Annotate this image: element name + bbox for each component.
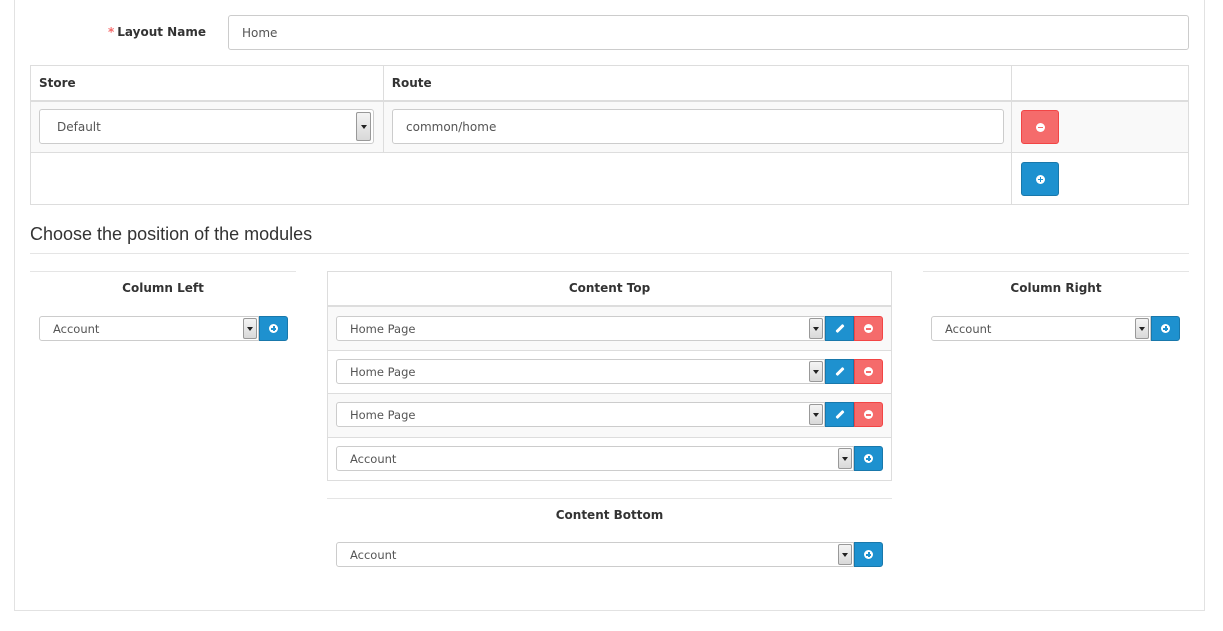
minus-circle-icon [864,324,873,333]
column-right-module-select[interactable]: Account [931,316,1151,341]
column-left-module-select[interactable]: Account [39,316,259,341]
layout-name-label: * Layout Name [108,25,206,39]
plus-circle-icon [1035,174,1045,184]
pencil-icon [834,323,845,334]
pencil-icon [834,409,845,420]
content-top-add-select-value: Account [350,451,397,466]
column-right-add-button[interactable] [1151,316,1180,341]
plus-circle-icon [1161,324,1170,333]
plus-circle-icon [864,550,873,559]
content-bottom-select-value: Account [350,547,397,562]
caret-down-icon [356,112,371,141]
remove-module-button-2[interactable] [854,359,883,384]
add-row [29,152,1189,205]
layout-name-input[interactable]: Home [228,15,1189,50]
minus-circle-icon [864,367,873,376]
store-select[interactable]: Default [39,109,374,144]
content-bottom-add-button[interactable] [854,542,883,567]
caret-down-icon [838,448,852,469]
content-bottom-title: Content Bottom [555,508,664,522]
column-left-select-value: Account [53,321,100,336]
plus-circle-icon [269,324,278,333]
module-select-value: Home Page [350,407,416,422]
module-select-value: Home Page [350,321,416,336]
minus-circle-icon [864,410,873,419]
content-top-module-select-2[interactable]: Home Page [336,359,825,384]
layout-name-value: Home [242,25,278,40]
remove-module-button-1[interactable] [854,316,883,341]
caret-down-icon [809,318,823,339]
column-left-title: Column Left [122,281,204,295]
column-left-divider [30,271,296,272]
route-column-header: Route [382,65,1013,102]
store-column-header: Store [30,65,384,102]
action-column-header [1011,65,1189,102]
route-input[interactable]: common/home [392,109,1004,144]
column-left-add-button[interactable] [259,316,288,341]
layout-name-label-text: Layout Name [117,25,206,39]
caret-down-icon [243,318,257,339]
section-divider [30,253,1189,254]
plus-circle-icon [864,454,873,463]
column-right-select-value: Account [945,321,992,336]
route-input-value: common/home [406,119,497,134]
pencil-icon [834,366,845,377]
content-top-add-button[interactable] [854,446,883,471]
modules-section-title: Choose the position of the modules [30,224,313,244]
remove-module-button-3[interactable] [854,402,883,427]
caret-down-icon [1135,318,1149,339]
content-bottom-divider [327,498,892,499]
remove-route-button[interactable] [1021,110,1059,144]
required-mark: * [108,25,115,39]
column-right-title: Column Right [1010,281,1102,295]
caret-down-icon [809,361,823,382]
edit-module-button-1[interactable] [825,316,854,341]
edit-module-button-2[interactable] [825,359,854,384]
minus-circle-icon [1035,122,1045,132]
module-select-value: Home Page [350,364,416,379]
content-top-module-select-3[interactable]: Home Page [336,402,825,427]
content-top-module-select-1[interactable]: Home Page [336,316,825,341]
edit-module-button-3[interactable] [825,402,854,427]
content-top-add-select[interactable]: Account [336,446,854,471]
column-right-divider [923,271,1189,272]
add-route-button[interactable] [1021,162,1059,196]
content-bottom-add-select[interactable]: Account [336,542,854,567]
caret-down-icon [838,544,852,565]
store-select-value: Default [57,119,101,134]
content-top-title: Content Top [568,281,651,295]
caret-down-icon [809,404,823,425]
